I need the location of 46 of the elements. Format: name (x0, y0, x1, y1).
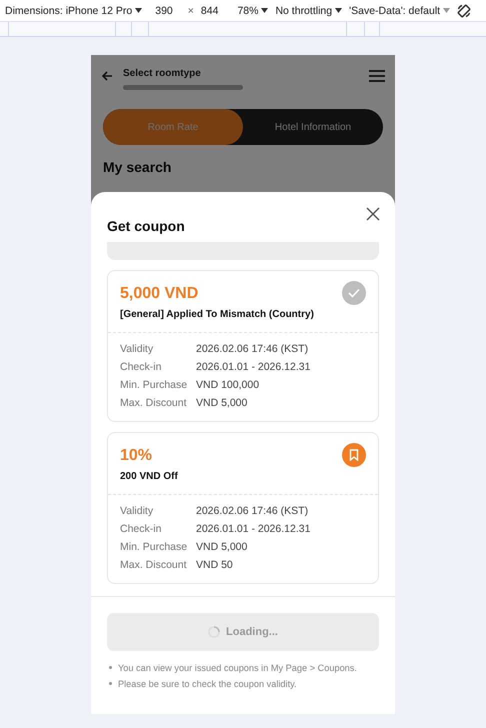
height-field[interactable]: 844 (200, 4, 218, 16)
close-button[interactable] (365, 206, 381, 222)
zoom-dropdown[interactable]: 78% (237, 4, 268, 16)
detail-value: 2026.02.06 17:46 (KST) (196, 343, 310, 355)
detail-value: VND 100,000 (196, 379, 260, 391)
detail-value: VND 50 (196, 559, 234, 571)
detail-label: Min. Purchase (120, 379, 188, 391)
note-text: You can view your issued coupons in My Page > Coupons. (107, 663, 379, 673)
device-dropdown[interactable]: Dimensions: iPhone 12 Pro (5, 4, 142, 16)
detail-label: Max. Discount (120, 397, 188, 409)
detail-label: Check-in (120, 361, 162, 373)
back-arrow-icon[interactable] (101, 70, 113, 82)
caret-icon (443, 8, 450, 13)
tab[interactable]: Hotel Information (243, 109, 383, 145)
section-heading: My search (103, 159, 172, 175)
throttling-dropdown[interactable]: No throttling (275, 4, 342, 16)
coupon-name: 200 VND Off (120, 471, 179, 482)
bullet-icon (109, 666, 112, 670)
coupon-amount: 10% (120, 447, 152, 465)
detail-label: Validity (120, 505, 154, 517)
caret-icon (261, 8, 268, 13)
detail-label: Min. Purchase (120, 541, 188, 553)
caret-icon (135, 8, 142, 13)
coupon-amount: 5,000 VND (120, 285, 198, 303)
detail-value: VND 5,000 (196, 541, 248, 553)
detail-label: Validity (120, 343, 154, 355)
times-sign: × (188, 4, 194, 16)
save-data-dropdown[interactable]: 'Save-Data': default (349, 4, 450, 16)
detail-value: 2026.02.06 17:46 (KST) (196, 505, 310, 517)
detail-value: 2026.01.01 - 2026.12.31 (196, 523, 312, 535)
rotate-icon[interactable] (457, 4, 472, 18)
coupon-name: [General] Applied To Mismatch (Country) (120, 309, 315, 320)
width-field[interactable]: 390 (155, 4, 173, 16)
check-icon[interactable] (342, 281, 366, 305)
menu-icon[interactable] (369, 69, 385, 83)
detail-label: Check-in (120, 523, 162, 535)
detail-value: VND 5,000 (196, 397, 248, 409)
sheet-title: Get coupon (107, 218, 185, 234)
bookmark-icon[interactable] (342, 443, 366, 467)
note-text: Please be sure to check the coupon validity. (107, 679, 379, 689)
detail-value: 2026.01.01 - 2026.12.31 (196, 361, 312, 373)
page-title: Select roomtype (123, 68, 201, 78)
detail-label: Max. Discount (120, 559, 188, 571)
bullet-icon (109, 682, 112, 686)
caret-icon (335, 8, 342, 13)
spinner-icon (208, 626, 220, 638)
